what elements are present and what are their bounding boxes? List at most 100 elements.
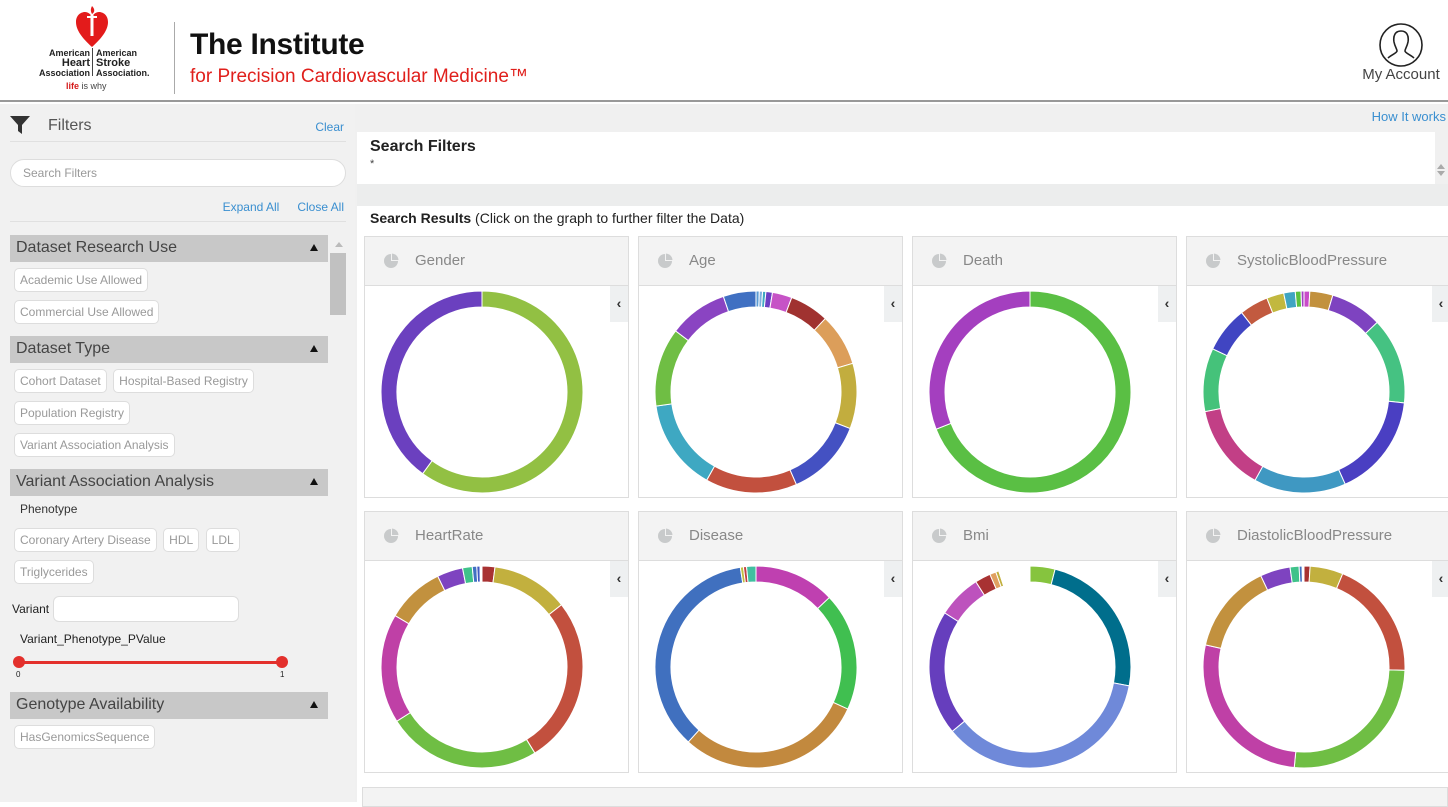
pvalue-range-slider[interactable]: 0 1 [10,654,328,682]
search-filters-scroll-arrows[interactable] [1435,160,1447,184]
donut-slice[interactable] [1050,568,1132,687]
variant-input[interactable] [53,596,240,622]
how-it-works-link[interactable]: How It works [1372,109,1446,124]
chart-card-death[interactable]: Death ‹ [912,236,1177,498]
donut-slice[interactable] [687,701,849,769]
chip-coronary-artery-disease[interactable]: Coronary Artery Disease [14,528,157,552]
donut-slice[interactable] [1294,290,1303,308]
sidebar-scrollbar[interactable] [330,238,347,318]
donut-chart[interactable] [1201,289,1407,495]
chart-card-bmi[interactable]: Bmi ‹ [912,511,1177,773]
chip-ldl[interactable]: LDL [205,528,240,552]
donut-chart[interactable] [379,289,585,495]
donut-slice[interactable] [755,565,831,610]
donut-slice[interactable] [789,422,851,486]
chart-panel-toggle[interactable]: ‹ [1158,561,1176,597]
chip-hospital-registry[interactable]: Hospital-Based Registry [113,369,254,393]
chip-cohort-dataset[interactable]: Cohort Dataset [14,369,107,393]
donut-slice[interactable] [479,565,483,583]
my-account-button[interactable]: My Account [1356,22,1446,83]
chip-triglycerides[interactable]: Triglycerides [14,560,94,584]
chip-hdl[interactable]: HDL [163,528,200,552]
donut-slice[interactable] [674,295,730,342]
section-dataset-research-use[interactable]: Dataset Research Use [10,235,328,262]
donut-slice[interactable] [944,581,986,623]
section-variant-association[interactable]: Variant Association Analysis [10,469,328,496]
close-all-link[interactable]: Close All [297,200,344,214]
chart-panel-toggle[interactable]: ‹ [884,286,902,322]
donut-slice[interactable] [951,682,1130,769]
scroll-up-arrow-icon[interactable] [334,242,343,247]
chart-panel-toggle[interactable]: ‹ [1432,561,1448,597]
chart-card-systolicbloodpressure[interactable]: SystolicBloodPressure ‹ [1186,236,1448,498]
donut-slice[interactable] [654,566,744,743]
chart-panel-toggle[interactable]: ‹ [1158,286,1176,322]
collapse-triangle-icon[interactable] [310,244,318,251]
donut-slice[interactable] [999,565,1031,587]
donut-slice[interactable] [813,317,854,369]
scrollbar-thumb[interactable] [330,253,346,315]
donut-slice[interactable] [492,566,563,616]
donut-slice[interactable] [380,614,411,722]
donut-slice[interactable] [654,330,690,407]
donut-slice[interactable] [421,290,584,494]
donut-slice[interactable] [1364,321,1406,404]
donut-slice[interactable] [1300,290,1305,308]
clear-filters-link[interactable]: Clear [315,120,344,134]
chart-card-gender[interactable]: Gender ‹ [364,236,629,498]
donut-chart[interactable] [927,289,1133,495]
section-genotype-availability[interactable]: Genotype Availability [10,692,328,719]
collapse-triangle-icon[interactable] [310,478,318,485]
donut-slice[interactable] [1327,294,1378,335]
donut-slice[interactable] [1204,575,1269,649]
donut-slice[interactable] [1289,565,1301,584]
chart-card-age[interactable]: Age ‹ [638,236,903,498]
donut-chart[interactable] [653,564,859,770]
donut-slice[interactable] [722,290,757,313]
chart-card-diastolicbloodpressure[interactable]: DiastolicBloodPressure ‹ [1186,511,1448,773]
section-dataset-type[interactable]: Dataset Type [10,336,328,363]
donut-slice[interactable] [1212,311,1253,357]
donut-chart[interactable] [379,564,585,770]
donut-slice[interactable] [1254,465,1346,494]
donut-chart[interactable] [927,564,1133,770]
donut-slice[interactable] [394,575,446,625]
donut-slice[interactable] [396,711,536,769]
expand-all-link[interactable]: Expand All [223,200,280,214]
donut-slice[interactable] [655,403,716,481]
chart-panel-toggle[interactable]: ‹ [1432,286,1448,322]
chart-panel-toggle[interactable]: ‹ [884,561,902,597]
slider-max-handle[interactable] [276,656,288,668]
chip-variant-association[interactable]: Variant Association Analysis [14,433,175,457]
slider-min-handle[interactable] [13,656,25,668]
slider-track[interactable] [18,661,283,664]
donut-slice[interactable] [1202,348,1228,413]
chart-panel-toggle[interactable]: ‹ [610,286,628,322]
donut-slice[interactable] [380,290,483,475]
collapse-triangle-icon[interactable] [310,345,318,352]
donut-slice[interactable] [706,465,798,494]
chip-has-genomics-sequence[interactable]: HasGenomicsSequence [14,725,156,749]
aha-asa-logo[interactable]: American Heart Association American Stro… [32,6,152,96]
donut-slice[interactable] [928,290,1031,430]
donut-slice[interactable] [745,565,757,583]
donut-slice[interactable] [1260,566,1293,591]
donut-slice[interactable] [1301,565,1305,583]
donut-slice[interactable] [1335,573,1406,671]
donut-chart[interactable] [1201,564,1407,770]
donut-slice[interactable] [834,362,858,430]
chip-commercial-use[interactable]: Commercial Use Allowed [14,300,160,324]
chart-card-heartrate[interactable]: HeartRate ‹ [364,511,629,773]
scroll-down-arrow-icon[interactable] [1437,171,1445,176]
donut-slice[interactable] [525,604,584,754]
chip-academic-use[interactable]: Academic Use Allowed [14,268,149,292]
donut-slice[interactable] [928,612,966,733]
donut-slice[interactable] [1293,669,1406,769]
chart-card-disease[interactable]: Disease ‹ [638,511,903,773]
donut-slice[interactable] [1337,400,1405,485]
chart-panel-toggle[interactable]: ‹ [610,561,628,597]
search-filters-input[interactable] [10,159,346,187]
chart-card-partial[interactable] [362,787,1448,807]
donut-chart[interactable] [653,289,859,495]
donut-slice[interactable] [1204,407,1264,481]
